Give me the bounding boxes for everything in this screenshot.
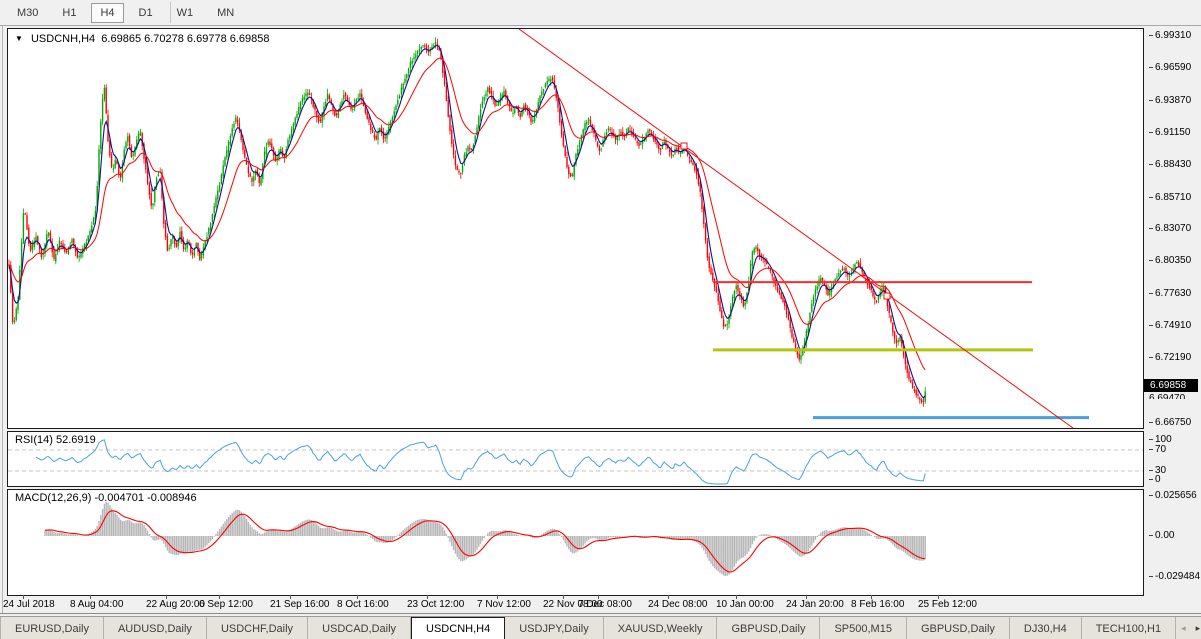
symbol-tab-usdchf-daily[interactable]: USDCHF,Daily	[207, 617, 309, 639]
date-label: 24 Jul 2018	[3, 599, 55, 610]
price-tick-label: 6.80350	[1149, 255, 1191, 266]
symbol-tabs: EURUSD,Daily AUDUSD,Daily USDCHF,Daily USDC…	[0, 617, 1177, 639]
hidden-price-label: 6.69470	[1149, 393, 1186, 400]
macd-tick-label: -0.029484	[1149, 571, 1200, 582]
toolbar-divider	[170, 2, 171, 23]
macd-histogram	[44, 501, 926, 576]
rsi-label: RSI(14) 52.6919	[15, 434, 96, 446]
current-price-box: 6.69858	[1144, 379, 1198, 393]
macd-chart-surface[interactable]	[8, 490, 1143, 595]
macd-tick-label: 0.025656	[1149, 490, 1197, 501]
tab-scroll-left-icon[interactable]: ◂	[1176, 623, 1191, 634]
timeframe-button-h1[interactable]: H1	[53, 3, 85, 23]
timeframe-buttons: M30 H1 H4 D1 W1 MN	[8, 2, 249, 23]
timeframe-toolbar: M30 H1 H4 D1 W1 MN	[0, 0, 1201, 26]
date-label: 8 Aug 04:00	[70, 599, 124, 610]
date-label: 8 Feb 16:00	[851, 599, 905, 610]
rsi-tick-label: 0	[1149, 474, 1161, 485]
symbol-tab-xauusd-weekly[interactable]: XAUUSD,Weekly	[604, 617, 718, 639]
price-tick-label: 6.99310	[1149, 30, 1191, 41]
price-tick-label: 6.83070	[1149, 223, 1191, 234]
date-label: 23 Oct 12:00	[407, 599, 465, 610]
timeframe-button-mn[interactable]: MN	[208, 3, 243, 23]
price-tick-label: 6.66750	[1149, 417, 1191, 428]
symbol-tab-usdjpy-daily[interactable]: USDJPY,Daily	[505, 617, 604, 639]
price-tick-label: 6.74910	[1149, 320, 1191, 331]
price-tick-label: 6.96590	[1149, 62, 1191, 73]
symbol-tab-dj30-h4[interactable]: DJ30,H4	[1010, 617, 1082, 639]
macd-panel[interactable]: MACD(12,26,9) -0.004701 -0.008946	[7, 489, 1144, 596]
date-label: 25 Feb 12:00	[918, 599, 977, 610]
date-label: 8 Oct 16:00	[337, 599, 389, 610]
macd-label: MACD(12,26,9) -0.004701 -0.008946	[15, 492, 197, 504]
date-label: 6 Sep 12:00	[199, 599, 253, 610]
date-label: 7 Nov 12:00	[477, 599, 531, 610]
chart-dropdown-icon[interactable]: ▼	[15, 34, 23, 43]
down-candle-wicks	[8, 38, 924, 407]
descending-trendline[interactable]	[518, 29, 1074, 428]
price-tick-label: 6.85710	[1149, 192, 1191, 203]
rsi-chart-surface[interactable]	[8, 432, 1143, 486]
date-label: 24 Jan 20:00	[786, 599, 844, 610]
date-label: 10 Jan 00:00	[716, 599, 774, 610]
rsi-tick-label: 70	[1149, 444, 1166, 455]
symbol-tab-gbpusd-daily[interactable]: GBPUSD,Daily	[717, 617, 821, 639]
date-label: 21 Sep 16:00	[270, 599, 330, 610]
timeframe-button-h4[interactable]: H4	[91, 2, 124, 23]
timeframe-button-d1[interactable]: D1	[130, 3, 162, 23]
price-tick-label: 6.91150	[1149, 127, 1190, 138]
date-label: 7 Dec 08:00	[578, 599, 632, 610]
symbol-tab-sp500-m15[interactable]: SP500,M15	[820, 617, 907, 639]
symbol-tab-usdcnh-h4[interactable]: USDCNH,H4	[411, 617, 506, 639]
date-label: 24 Dec 08:00	[648, 599, 708, 610]
macd-tick-label: 0.00	[1149, 530, 1174, 541]
timeframe-button-w1[interactable]: W1	[168, 3, 203, 23]
price-tick-label: 6.93870	[1149, 95, 1191, 106]
tab-scroll-right-icon[interactable]: ▸	[1191, 623, 1201, 634]
candlestick-chart-surface[interactable]	[8, 29, 1143, 428]
up-candle-bodies	[13, 42, 926, 402]
status-separator	[0, 613, 1201, 614]
rsi-panel[interactable]: RSI(14) 52.6919	[7, 431, 1144, 487]
price-tick-label: 6.88430	[1149, 159, 1191, 170]
ma-fast-line	[8, 44, 926, 399]
symbol-tab-bar: EURUSD,Daily AUDUSD,Daily USDCHF,Daily USDC…	[0, 616, 1201, 639]
price-tick-label: 6.77630	[1149, 288, 1191, 299]
trendline-anchor-marker[interactable]	[680, 142, 688, 150]
price-tick-label: 6.72190	[1149, 352, 1191, 363]
price-axis[interactable]: 6.99310 6.96590 6.93870 6.91150 6.88430 6.857…	[1145, 28, 1201, 429]
date-label: 22 Aug 20:00	[146, 599, 205, 610]
symbol-tab-gbpusd-daily[interactable]: GBPUSD,Daily	[907, 617, 1010, 639]
chart-quote-ohlc: 6.69865 6.70278 6.69778 6.69858	[101, 33, 270, 45]
date-axis[interactable]: 24 Jul 2018 8 Aug 04:00 22 Aug 20:00 6 Sep …	[0, 595, 1201, 614]
symbol-tab-eurusd-daily[interactable]: EURUSD,Daily	[0, 617, 104, 639]
rsi-line	[35, 439, 926, 485]
macd-axis: 0.025656 0.00 -0.029484	[1145, 489, 1201, 596]
symbol-tab-usdcad-daily[interactable]: USDCAD,Daily	[308, 617, 412, 639]
ma-slow-line	[8, 57, 926, 371]
main-chart-panel[interactable]: ▼ USDCNH,H4 6.69865 6.70278 6.69778 6.69…	[7, 28, 1144, 429]
symbol-tab-tech100-h1[interactable]: TECH100,H1	[1082, 617, 1177, 639]
chart-symbol-label: USDCNH,H4	[30, 33, 96, 45]
application-window: M30 H1 H4 D1 W1 MN ▼ USDCNH,H4 6.69865 6.7027…	[0, 0, 1201, 639]
symbol-tab-audusd-daily[interactable]: AUDUSD,Daily	[104, 617, 207, 639]
trendline-anchor-marker[interactable]	[883, 292, 891, 300]
timeframe-button-m30[interactable]: M30	[8, 3, 47, 23]
window-left-edge	[2, 26, 3, 613]
rsi-axis: 100 70 30 0	[1145, 431, 1201, 487]
tab-scroll-buttons: ◂ ▸	[1176, 617, 1201, 639]
chart-title: ▼ USDCNH,H4 6.69865 6.70278 6.69778 6.69…	[15, 33, 270, 45]
